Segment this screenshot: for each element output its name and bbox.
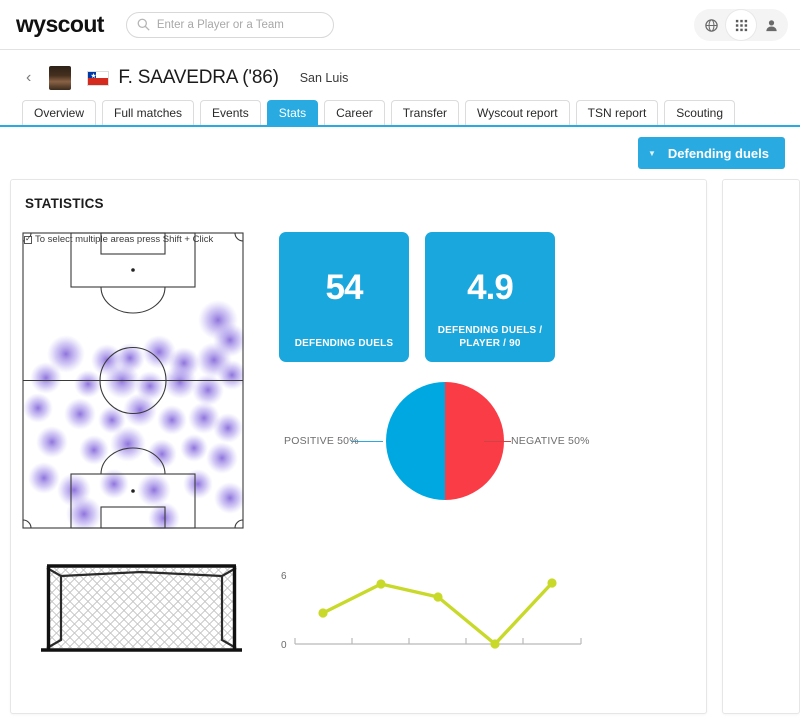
data-point	[547, 578, 557, 588]
player-name: F. SAAVEDRA ('86)	[118, 67, 279, 88]
user-account-icon[interactable]	[756, 10, 786, 40]
stat-card-defending-duels[interactable]: 54 DEFENDING DUELS	[279, 232, 409, 362]
stat-cards: 54 DEFENDING DUELS 4.9 DEFENDING DUELS /…	[279, 232, 555, 362]
player-tabs: Overview Full matches Events Stats Caree…	[0, 100, 800, 127]
stat-card-value: 4.9	[467, 268, 514, 307]
globe-icon-glyph	[704, 18, 718, 32]
statistics-panel: STATISTICS ✓ To select multiple areas pr…	[10, 179, 707, 714]
tab-wyscout-report[interactable]: Wyscout report	[465, 100, 570, 125]
apps-grid-icon-glyph	[735, 19, 747, 31]
tab-stats[interactable]: Stats	[266, 100, 319, 125]
data-point	[318, 608, 328, 618]
search-icon	[137, 18, 150, 31]
panel-title: STATISTICS	[25, 196, 104, 211]
goal-frame-svg[interactable]	[25, 552, 258, 662]
wyscout-logo[interactable]: wyscout	[16, 11, 104, 38]
tab-scouting[interactable]: Scouting	[664, 100, 735, 125]
tab-events[interactable]: Events	[200, 100, 261, 125]
tab-career[interactable]: Career	[324, 100, 385, 125]
header-icon-group	[694, 9, 788, 41]
defending-duels-line-chart: 6 0	[273, 552, 603, 672]
data-point	[490, 639, 500, 649]
search-box[interactable]	[125, 11, 334, 38]
line-chart-svg[interactable]: 6 0	[273, 552, 603, 672]
goal-frame-diagram[interactable]	[25, 552, 258, 662]
stat-card-value: 54	[325, 268, 364, 307]
pitch-heatmap[interactable]: To select multiple areas press Shift + C…	[22, 232, 244, 529]
search-input[interactable]	[156, 18, 323, 31]
defending-duels-dropdown-label: Defending duels	[667, 145, 769, 161]
country-flag-chile: ★	[87, 70, 110, 86]
checkbox-icon[interactable]	[24, 234, 32, 244]
y-axis-tick-0: 0	[281, 640, 287, 651]
tab-full-matches[interactable]: Full matches	[102, 100, 195, 125]
tab-tsn-report[interactable]: TSN report	[575, 100, 659, 125]
pie-slice-positive	[386, 382, 445, 500]
apps-grid-icon[interactable]	[726, 10, 756, 40]
pitch-selection-hint: To select multiple areas press Shift + C…	[24, 234, 213, 245]
pitch-heatmap-svg[interactable]	[22, 232, 244, 529]
defending-duels-dropdown[interactable]: ▼ Defending duels	[637, 137, 785, 169]
app-header: wyscout	[0, 0, 800, 50]
pie-label-positive: POSITIVE 50%	[284, 435, 359, 447]
pie-label-negative: NEGATIVE 50%	[511, 435, 590, 447]
secondary-panel	[722, 179, 800, 714]
globe-icon[interactable]	[696, 10, 726, 40]
data-point	[433, 592, 443, 602]
stat-card-label: DEFENDING DUELS / PLAYER / 90	[437, 325, 543, 349]
tab-transfer[interactable]: Transfer	[390, 100, 460, 125]
y-axis-tick-6: 6	[281, 571, 287, 582]
player-header-bar: ‹ ★ F. SAAVEDRA ('86) San Luis	[0, 60, 800, 96]
x-axis-ticks	[294, 638, 582, 644]
player-avatar	[49, 66, 72, 90]
tab-overview[interactable]: Overview	[22, 100, 97, 125]
content-panels: STATISTICS ✓ To select multiple areas pr…	[0, 179, 800, 714]
back-button[interactable]: ‹	[26, 69, 31, 87]
chevron-down-icon: ▼	[647, 148, 656, 158]
positive-negative-pie-chart: POSITIVE 50% NEGATIVE 50%	[279, 380, 609, 510]
pie-leader-line-negative	[484, 441, 511, 442]
line-series-path	[321, 581, 554, 646]
stat-card-label: DEFENDING DUELS	[294, 338, 394, 349]
user-account-icon-glyph	[765, 19, 777, 31]
player-team: San Luis	[299, 71, 349, 85]
stat-card-defending-duels-per90[interactable]: 4.9 DEFENDING DUELS / PLAYER / 90	[425, 232, 555, 362]
data-point	[376, 579, 386, 589]
line-series-markers	[318, 578, 557, 649]
filter-row: ▼ Defending duels	[0, 127, 800, 179]
pitch-selection-hint-text: To select multiple areas press Shift + C…	[35, 234, 214, 245]
